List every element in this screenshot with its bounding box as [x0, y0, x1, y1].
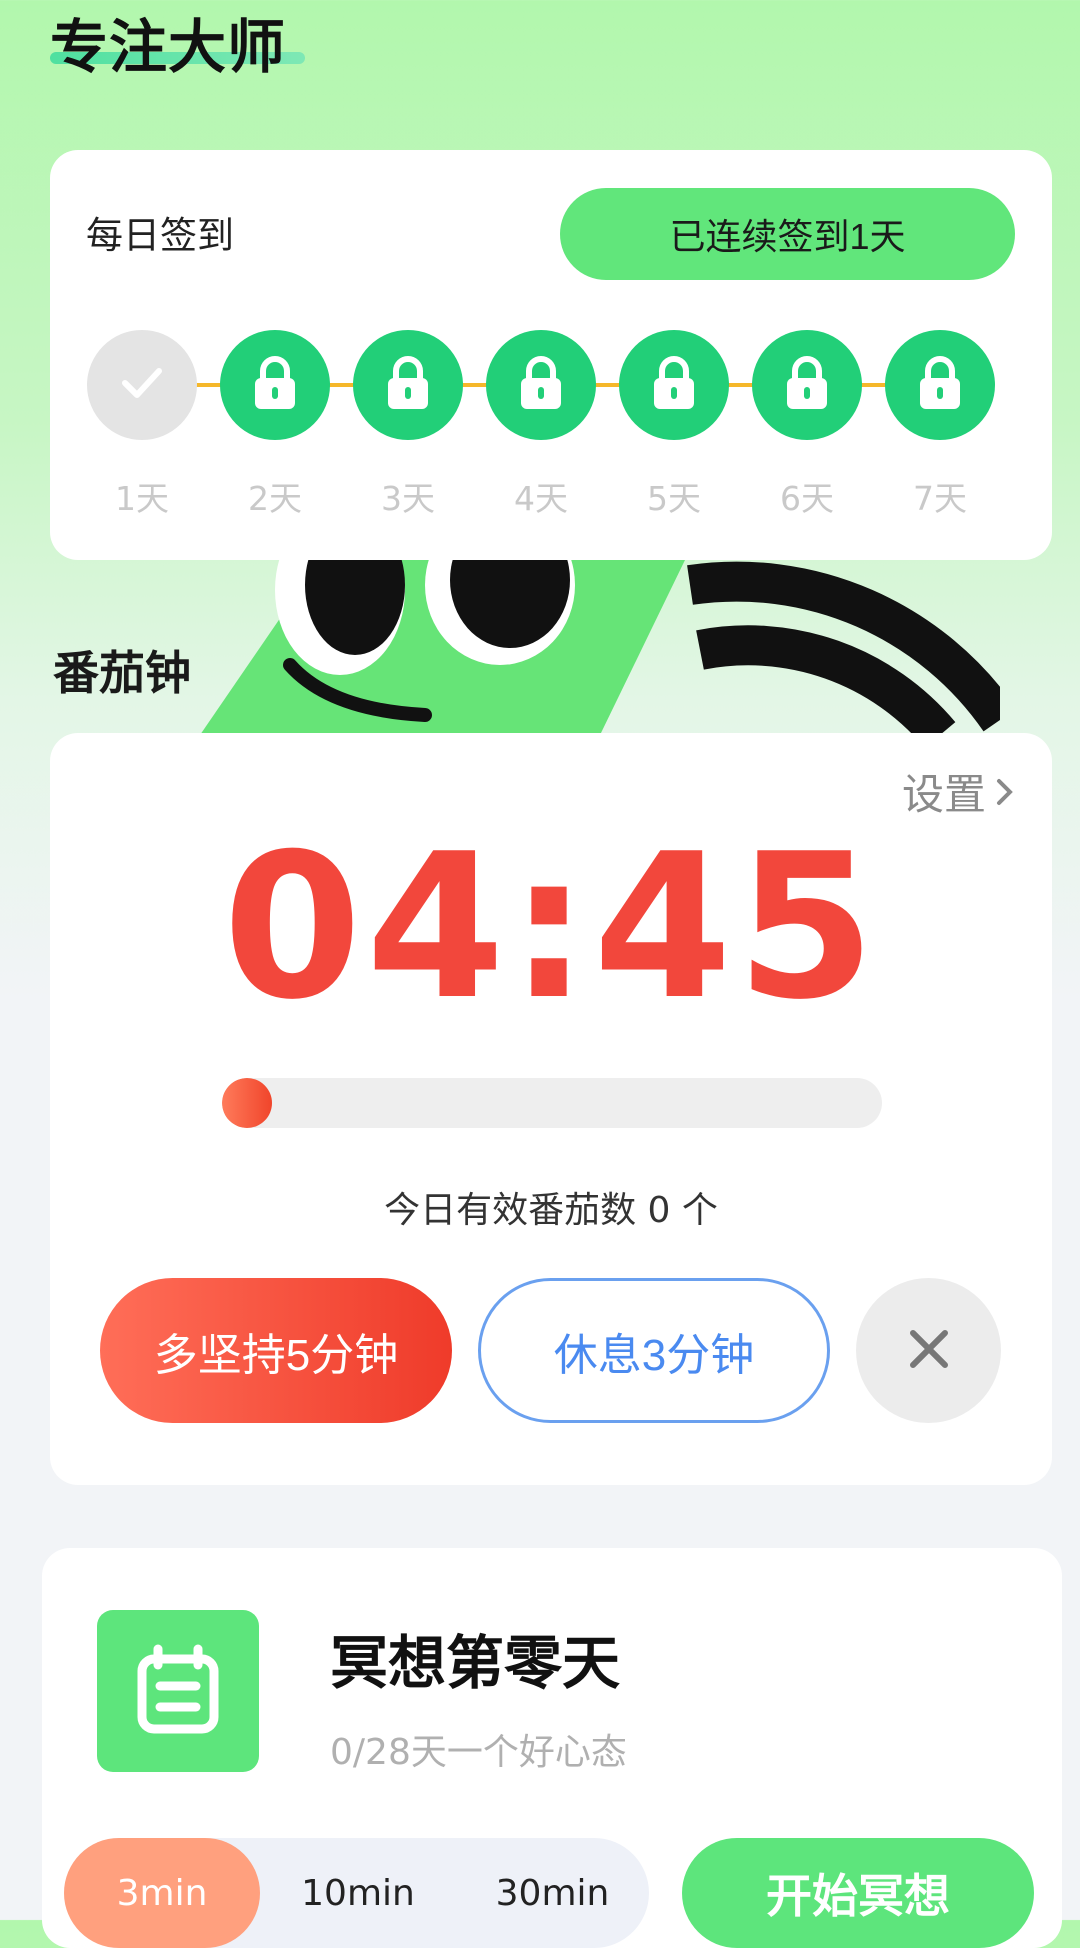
lock-icon [383, 355, 433, 415]
close-button[interactable] [856, 1278, 1001, 1423]
settings-link[interactable]: 设置 [902, 761, 1014, 822]
settings-label: 设置 [901, 770, 986, 819]
app-title: 专注大师 [50, 13, 287, 81]
checkin-day-label: 5天 [647, 479, 701, 518]
checkin-day-label: 1天 [115, 479, 169, 518]
extend-5min-button[interactable]: 多坚持5分钟 [100, 1278, 452, 1423]
meditation-subtitle: 0/28天一个好心态 [330, 1732, 627, 1773]
lock-icon [649, 355, 699, 415]
checkin-day-6[interactable] [752, 330, 862, 440]
close-icon [907, 1327, 951, 1374]
duration-option-10min[interactable]: 10min [260, 1838, 456, 1948]
lock-icon [782, 355, 832, 415]
duration-selector: 3min 10min 30min [64, 1838, 649, 1948]
progress-fill [222, 1078, 272, 1128]
progress-track [222, 1078, 882, 1128]
lock-icon [516, 355, 566, 415]
checkin-day-4[interactable] [486, 330, 596, 440]
checkin-title: 每日签到 [86, 214, 234, 257]
lock-icon [250, 355, 300, 415]
checkin-day-label: 3天 [381, 479, 435, 518]
checkin-day-label: 4天 [514, 479, 568, 518]
check-icon [117, 363, 167, 407]
checkin-day-label: 2天 [248, 479, 302, 518]
daily-checkin-card: 每日签到 已连续签到1天 1天 2天 3天 4天 5天 6天 7天 [50, 150, 1052, 560]
streak-button[interactable]: 已连续签到1天 [560, 188, 1015, 280]
checkin-day-1[interactable] [87, 330, 197, 440]
checkin-day-label: 7天 [913, 479, 967, 518]
rest-3min-button[interactable]: 休息3分钟 [478, 1278, 830, 1423]
start-meditation-button[interactable]: 开始冥想 [682, 1838, 1034, 1948]
meditation-card: 冥想第零天 0/28天一个好心态 3min 10min 30min 开始冥想 [42, 1548, 1062, 1948]
duration-option-30min[interactable]: 30min [456, 1838, 649, 1948]
tomato-count-text: 今日有效番茄数 0 个 [384, 1190, 718, 1231]
mascot-illustration [200, 560, 1000, 735]
tomato-timer-card: 设置 04:45 今日有效番茄数 0 个 多坚持5分钟 休息3分钟 [50, 733, 1052, 1485]
countdown-timer: 04:45 [222, 811, 880, 1044]
duration-option-3min[interactable]: 3min [64, 1838, 260, 1948]
checkin-day-5[interactable] [619, 330, 729, 440]
chevron-right-icon [996, 767, 1014, 816]
checkin-day-label: 6天 [780, 479, 834, 518]
calendar-icon [97, 1610, 259, 1772]
lock-icon [915, 355, 965, 415]
checkin-day-2[interactable] [220, 330, 330, 440]
tomato-section-title: 番茄钟 [53, 646, 191, 700]
checkin-day-7[interactable] [885, 330, 995, 440]
meditation-title: 冥想第零天 [330, 1629, 621, 1697]
checkin-day-3[interactable] [353, 330, 463, 440]
